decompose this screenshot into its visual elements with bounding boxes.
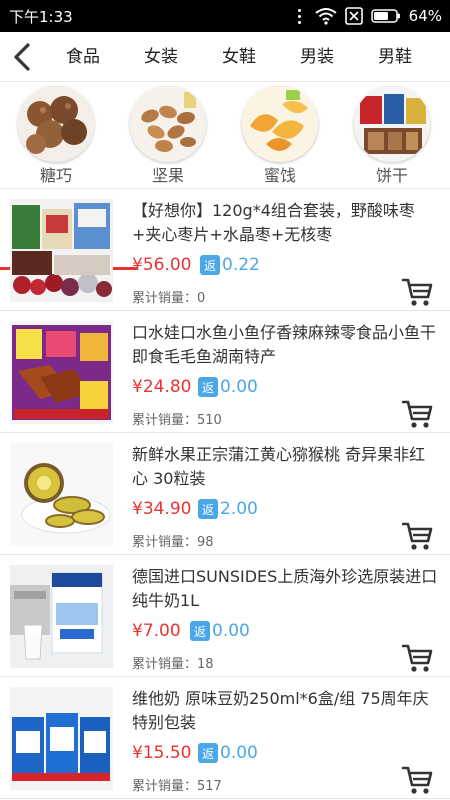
sales-value: 517 [197, 779, 222, 794]
status-time: 下午1:33 [9, 8, 73, 26]
tab-food[interactable]: 食品 [44, 32, 122, 82]
product-title: 【好想你】120g*4组合套装，野酸味枣+夹心枣片+水晶枣+无核枣 [132, 201, 415, 244]
battery-icon [370, 9, 400, 23]
tab-womens-shoes[interactable]: 女鞋 [200, 32, 278, 82]
rebate-badge: 返 [198, 743, 218, 763]
product-title: 口水娃口水鱼小鱼仔香辣麻辣零食品小鱼干即食毛毛鱼湖南特产 [132, 323, 437, 366]
rebate: 返 0.00 [198, 377, 258, 397]
product-price: ¥24.80 [132, 377, 192, 397]
rebate: 返 0.00 [190, 621, 250, 641]
product-title: 新鲜水果正宗蒲江黄心猕猴桃 奇异果非红心 30粒装 [132, 445, 426, 488]
rebate-value: 2.00 [220, 499, 258, 519]
almonds-image [130, 86, 206, 162]
product-title: 德国进口SUNSIDES上质海外珍选原装进口纯牛奶1L [132, 567, 438, 610]
sales-count: 累计销量：0 [132, 287, 205, 306]
shopping-cart-icon[interactable] [402, 277, 434, 307]
sales-count: 累计销量：517 [132, 775, 222, 794]
product-title: 维他奶 原味豆奶250ml*6盒/组 75周年庆特别包装 [132, 689, 429, 732]
category-tabs: 食品 女装 女鞋 男装 男鞋 [44, 32, 450, 82]
rebate-badge: 返 [200, 255, 220, 275]
shopping-cart-icon[interactable] [402, 399, 434, 429]
shopping-cart-icon[interactable] [402, 521, 434, 551]
chocolate-truffle-image [18, 86, 94, 162]
rebate-value: 0.00 [212, 621, 250, 641]
product-image [10, 565, 113, 668]
battery-level: 64% [408, 7, 442, 25]
rebate-badge: 返 [198, 377, 218, 397]
sales-label: 累计销量： [132, 413, 198, 428]
more-dots-icon [293, 6, 307, 26]
sub-category-candy[interactable]: 糖巧 [0, 82, 112, 188]
status-icons: 64% [293, 6, 442, 26]
shopping-cart-icon[interactable] [402, 643, 434, 673]
product-item[interactable]: 德国进口SUNSIDES上质海外珍选原装进口纯牛奶1L ¥7.00 返 0.00… [0, 555, 450, 677]
shopping-cart-icon[interactable] [402, 765, 434, 795]
sales-count: 累计销量：98 [132, 531, 214, 550]
product-price: ¥34.90 [132, 499, 192, 519]
sub-category-label: 蜜饯 [263, 166, 296, 185]
product-image [10, 321, 113, 424]
rebate-value: 0.00 [220, 377, 258, 397]
rebate-value: 0.22 [222, 255, 260, 275]
sub-category-label: 糖巧 [39, 166, 72, 185]
product-item[interactable]: 维他奶 原味豆奶250ml*6盒/组 75周年庆特别包装 ¥15.50 返 0.… [0, 677, 450, 799]
sales-label: 累计销量： [132, 291, 198, 306]
back-button[interactable] [4, 38, 40, 76]
product-image [10, 199, 113, 302]
rebate-badge: 返 [190, 621, 210, 641]
sales-value: 98 [197, 535, 214, 550]
chevron-left-icon [14, 43, 30, 71]
sub-category-label: 饼干 [375, 166, 408, 185]
sub-category-preserved-fruit[interactable]: 蜜饯 [224, 82, 336, 188]
top-nav: 食品 女装 女鞋 男装 男鞋 [0, 32, 450, 82]
rebate-value: 0.00 [220, 743, 258, 763]
sub-category-nuts[interactable]: 坚果 [112, 82, 224, 188]
sales-value: 0 [197, 291, 206, 306]
sales-value: 18 [197, 657, 214, 672]
product-image [10, 443, 113, 546]
product-item[interactable]: 【好想你】120g*4组合套装，野酸味枣+夹心枣片+水晶枣+无核枣 ¥56.00… [0, 189, 450, 311]
sub-category-bar: 糖巧 坚果 蜜饯 饼干 [0, 82, 450, 270]
product-price: ¥7.00 [132, 621, 181, 641]
product-list: 【好想你】120g*4组合套装，野酸味枣+夹心枣片+水晶枣+无核枣 ¥56.00… [0, 189, 450, 800]
tab-mens-clothing[interactable]: 男装 [278, 32, 356, 82]
sales-label: 累计销量： [132, 779, 198, 794]
product-price: ¥15.50 [132, 743, 192, 763]
rebate: 返 0.00 [198, 743, 258, 763]
rebate: 返 2.00 [198, 499, 258, 519]
status-bar: 下午1:33 64% [0, 0, 450, 32]
product-item[interactable]: 口水娃口水鱼小鱼仔香辣麻辣零食品小鱼干即食毛毛鱼湖南特产 ¥24.80 返 0.… [0, 311, 450, 433]
product-item[interactable]: 新鲜水果正宗蒲江黄心猕猴桃 奇异果非红心 30粒装 ¥34.90 返 2.00 … [0, 433, 450, 555]
sales-count: 累计销量：18 [132, 653, 214, 672]
biscuit-box-image [354, 86, 430, 162]
sales-value: 510 [197, 413, 222, 428]
sub-category-biscuits[interactable]: 饼干 [336, 82, 448, 188]
sales-count: 累计销量：510 [132, 409, 222, 428]
sales-label: 累计销量： [132, 657, 198, 672]
product-price: ¥56.00 [132, 255, 192, 275]
product-image [10, 687, 113, 790]
sub-category-label: 坚果 [151, 166, 184, 185]
sales-label: 累计销量： [132, 535, 198, 550]
rebate: 返 0.22 [200, 255, 260, 275]
no-sim-icon [344, 7, 363, 25]
rebate-badge: 返 [198, 499, 218, 519]
wifi-icon [315, 8, 337, 25]
dried-mango-image [242, 86, 318, 162]
tab-mens-shoes[interactable]: 男鞋 [356, 32, 434, 82]
tab-womens-clothing[interactable]: 女装 [122, 32, 200, 82]
